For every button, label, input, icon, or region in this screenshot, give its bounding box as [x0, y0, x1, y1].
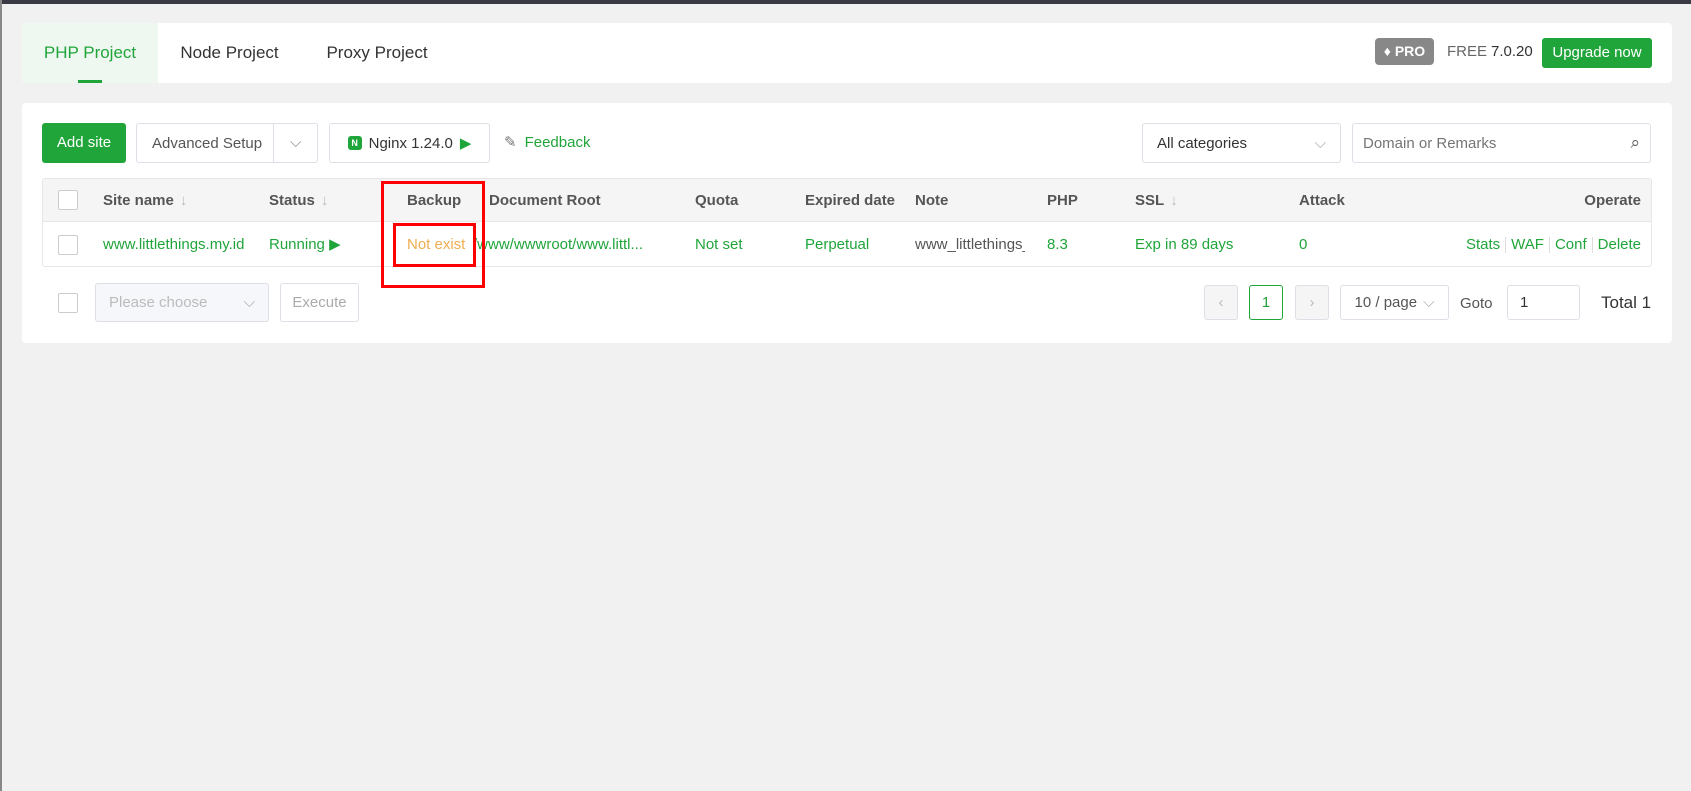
batch-placeholder: Please choose	[109, 294, 208, 311]
search-box[interactable]: ⌕	[1352, 123, 1651, 163]
status-toggle[interactable]: Running ▶	[269, 222, 341, 268]
delete-link[interactable]: Delete	[1598, 236, 1641, 253]
feedback-icon: ✎	[504, 134, 517, 151]
header-php: PHP	[1047, 192, 1078, 209]
search-input[interactable]	[1363, 134, 1603, 152]
chevron-down-icon[interactable]: ⌵	[273, 124, 317, 162]
header-ssl[interactable]: SSL ↓	[1135, 179, 1178, 222]
tab-label: PHP Project	[43, 43, 137, 62]
expired-date-link[interactable]: Perpetual	[805, 222, 869, 268]
conf-link[interactable]: Conf	[1555, 236, 1587, 253]
version-label: 7.0.20	[1491, 43, 1533, 60]
nginx-label: Nginx 1.24.0	[368, 134, 453, 152]
header-note: Note	[915, 192, 949, 209]
feedback-label: Feedback	[524, 133, 591, 151]
project-tabs-card: PHP Project Node Project Proxy Project ♦…	[22, 23, 1672, 83]
window-edge	[0, 0, 2, 791]
site-name-link[interactable]: www.littlethings.my.id	[103, 222, 244, 268]
pro-label: PRO	[1394, 43, 1426, 59]
total-count: Total 1	[1601, 293, 1652, 312]
advanced-setup-label: Advanced Setup	[152, 134, 263, 152]
stats-link[interactable]: Stats	[1466, 236, 1500, 253]
header-quota: Quota	[695, 192, 739, 209]
goto-label: Goto	[1460, 295, 1493, 312]
prev-page-button[interactable]: ‹	[1204, 285, 1238, 320]
waf-link[interactable]: WAF	[1511, 236, 1544, 253]
advanced-setup-button[interactable]: Advanced Setup ⌵	[136, 123, 318, 163]
nginx-icon: N	[347, 136, 362, 150]
tab-active-indicator	[78, 80, 102, 83]
pro-badge[interactable]: ♦ PRO	[1375, 38, 1434, 65]
footer-select-checkbox[interactable]	[58, 293, 78, 313]
header-document-root: Document Root	[489, 192, 601, 209]
sort-icon: ↓	[179, 192, 188, 209]
sites-card: Add site Advanced Setup ⌵ N Nginx 1.24.0…	[22, 103, 1672, 343]
chevron-down-icon: ⌵	[1423, 294, 1435, 311]
feedback-link[interactable]: ✎ Feedback	[504, 133, 591, 152]
tab-node-project[interactable]: Node Project	[167, 23, 292, 83]
play-icon: ▶	[459, 135, 472, 152]
category-select[interactable]: All categories ⌵	[1142, 123, 1341, 163]
batch-operation-select[interactable]: Please choose ⌵	[95, 283, 269, 322]
sort-icon: ↓	[320, 192, 329, 209]
search-icon[interactable]: ⌕	[1630, 133, 1640, 153]
header-expired-date: Expired date	[805, 192, 896, 209]
header-site-name[interactable]: Site name ↓	[103, 179, 187, 222]
page-size-select[interactable]: 10 / page ⌵	[1340, 285, 1449, 320]
header-status[interactable]: Status ↓	[269, 179, 328, 222]
document-root-link[interactable]: /www/wwwroot/www.littl...	[473, 222, 663, 268]
tab-proxy-project[interactable]: Proxy Project	[312, 23, 442, 83]
sites-table: Site name ↓ Status ↓ Backup Document Root …	[42, 178, 1652, 267]
header-attack: Attack	[1299, 192, 1345, 209]
table-header: Site name ↓ Status ↓ Backup Document Root …	[43, 179, 1651, 222]
upgrade-button[interactable]: Upgrade now	[1542, 38, 1652, 68]
php-version-link[interactable]: 8.3	[1047, 222, 1068, 268]
category-value: All categories	[1157, 134, 1248, 152]
header-operate: Operate	[1584, 192, 1641, 209]
page-size-value: 10 / page	[1354, 294, 1418, 311]
select-all-checkbox[interactable]	[58, 190, 78, 210]
tab-php-project[interactable]: PHP Project	[22, 23, 158, 83]
attack-count[interactable]: 0	[1299, 222, 1307, 268]
sort-icon: ↓	[1170, 192, 1178, 209]
chevron-down-icon: ⌵	[243, 294, 255, 311]
diamond-icon: ♦	[1383, 43, 1391, 59]
ssl-link[interactable]: Exp in 89 days	[1135, 222, 1233, 268]
operate-actions: Stats WAF Conf Delete	[1466, 222, 1641, 268]
chevron-down-icon: ⌵	[1314, 134, 1326, 152]
play-icon: ▶	[329, 236, 341, 253]
page-1-button[interactable]: 1	[1249, 285, 1283, 320]
row-checkbox[interactable]	[58, 235, 78, 255]
nginx-button[interactable]: N Nginx 1.24.0 ▶	[329, 123, 490, 163]
highlight-box-inner	[393, 223, 476, 267]
edition-label: FREE	[1447, 43, 1488, 60]
note-field[interactable]: www_littlethings_	[915, 222, 1025, 268]
quota-link[interactable]: Not set	[695, 222, 743, 268]
add-site-button[interactable]: Add site	[42, 123, 126, 163]
next-page-button[interactable]: ›	[1295, 285, 1329, 320]
goto-value: 1	[1520, 294, 1529, 311]
table-row: www.littlethings.my.id Running ▶ Not exi…	[43, 222, 1651, 268]
execute-button[interactable]: Execute	[280, 283, 359, 322]
window-top-bar	[0, 0, 1691, 4]
goto-input[interactable]: 1	[1507, 285, 1580, 320]
